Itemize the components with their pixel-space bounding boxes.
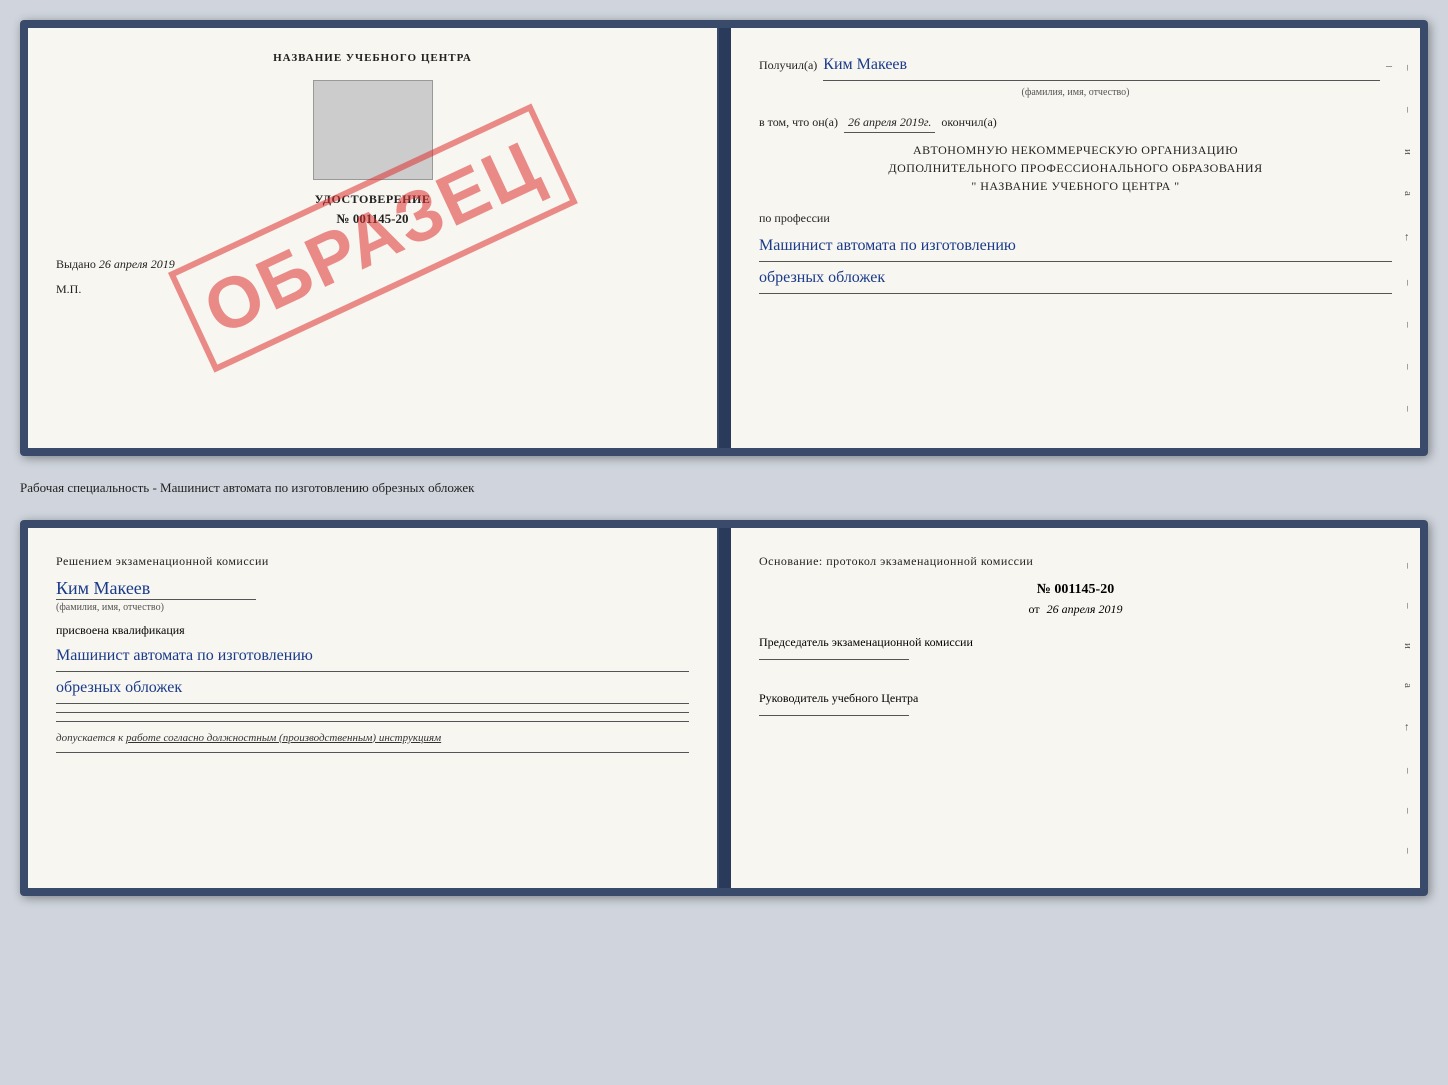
protocol-date: от 26 апреля 2019 <box>759 602 1392 617</box>
prisvoena-label: присвоена квалификация <box>56 623 689 638</box>
org-name-block: АВТОНОМНУЮ НЕКОММЕРЧЕСКУЮ ОРГАНИЗАЦИЮ ДО… <box>759 141 1392 195</box>
bottom-edge-mark-5: – <box>1402 808 1414 814</box>
top-document: НАЗВАНИЕ УЧЕБНОГО ЦЕНТРА УДОСТОВЕРЕНИЕ №… <box>20 20 1428 456</box>
org-line2: ДОПОЛНИТЕЛЬНОГО ПРОФЕССИОНАЛЬНОГО ОБРАЗО… <box>759 159 1392 177</box>
bottom-edge-mark-2: – <box>1402 603 1414 609</box>
predsedatel-block: Председатель экзаменационной комиссии <box>759 633 1392 669</box>
edge-mark-4: – <box>1402 280 1414 286</box>
edge-mark-5: – <box>1402 322 1414 328</box>
top-doc-right-page: Получил(а) Ким Макеев – (фамилия, имя, о… <box>731 28 1420 448</box>
spine-bottom <box>719 528 731 888</box>
edge-mark-а: а <box>1402 191 1414 196</box>
po-professii-label: по профессии <box>759 209 1392 228</box>
cert-org-name: НАЗВАНИЕ УЧЕБНОГО ЦЕНТРА <box>56 52 689 64</box>
rukovoditel-label: Руководитель учебного Центра <box>759 689 1392 707</box>
edge-mark-1: – <box>1402 65 1414 71</box>
okoncil-label: окончил(а) <box>941 113 996 132</box>
reshen-title: Решением экзаменационной комиссии <box>56 552 689 570</box>
vtom-label: в том, что он(а) <box>759 113 838 132</box>
profession-line1: Машинист автомата по изготовлению <box>759 232 1392 262</box>
cert-udost-label: УДОСТОВЕРЕНИЕ <box>56 192 689 207</box>
poluchil-row: Получил(а) Ким Макеев – <box>759 52 1392 81</box>
bottom-edge-mark-1: – <box>1402 563 1414 569</box>
osnovanie-label: Основание: протокол экзаменационной коми… <box>759 552 1392 570</box>
top-doc-left-page: НАЗВАНИЕ УЧЕБНОГО ЦЕНТРА УДОСТОВЕРЕНИЕ №… <box>28 28 719 448</box>
protocol-number: № 001145-20 <box>759 582 1392 598</box>
edge-mark-7: – <box>1402 406 1414 412</box>
vydano-label: Выдано <box>56 257 96 271</box>
right-content: Получил(а) Ким Макеев – (фамилия, имя, о… <box>759 52 1392 294</box>
bottom-edge-mark-а: а <box>1402 683 1414 688</box>
org-line1: АВТОНОМНУЮ НЕКОММЕРЧЕСКУЮ ОРГАНИЗАЦИЮ <box>759 141 1392 159</box>
bottom-line-2 <box>56 721 689 722</box>
edge-mark-6: – <box>1402 364 1414 370</box>
org-line3: " НАЗВАНИЕ УЧЕБНОГО ЦЕНТРА " <box>759 177 1392 195</box>
edge-mark-2: – <box>1402 107 1414 113</box>
bottom-doc-right-page: Основание: протокол экзаменационной коми… <box>731 528 1420 888</box>
kvalif-line1: Машинист автомата по изготовлению <box>56 642 689 672</box>
bottom-edge-mark-4: – <box>1402 768 1414 774</box>
profession-line2: обрезных обложек <box>759 264 1392 294</box>
right-edge-marks: – – и а ← – – – – <box>1402 28 1414 448</box>
recipient-name: Ким Макеев <box>823 52 1380 81</box>
ot-label: от <box>1029 602 1040 616</box>
fio-label-top: (фамилия, имя, отчество) <box>759 85 1392 101</box>
examinee-name: Ким Макеев <box>56 578 256 600</box>
vtom-row: в том, что он(а) 26 апреля 2019г. окончи… <box>759 113 1392 133</box>
kvalif-line2: обрезных обложек <box>56 674 689 704</box>
poluchil-label: Получил(а) <box>759 56 817 75</box>
bottom-line-3 <box>56 752 689 753</box>
edge-mark-3: ← <box>1402 232 1414 243</box>
edge-mark-и: и <box>1402 149 1414 155</box>
vtom-date: 26 апреля 2019г. <box>844 113 935 133</box>
cert-vydano: Выдано 26 апреля 2019 <box>56 257 689 272</box>
bottom-edge-mark-и: и <box>1402 643 1414 649</box>
bottom-edge-mark-6: – <box>1402 848 1414 854</box>
dash: – <box>1386 56 1392 75</box>
mp-label: М.П. <box>56 282 689 297</box>
bottom-line-1 <box>56 712 689 713</box>
spine-top <box>719 28 731 448</box>
bottom-edge-mark-3: ← <box>1402 722 1414 733</box>
protocol-date-value: 26 апреля 2019 <box>1047 602 1123 616</box>
rukovoditel-block: Руководитель учебного Центра <box>759 689 1392 725</box>
dopuskaetsya-text: допускается к работе согласно должностны… <box>56 732 689 744</box>
predsedatel-sign-line <box>759 659 909 660</box>
rukovoditel-sign-line <box>759 715 909 716</box>
fio-label-bottom: (фамилия, имя, отчество) <box>56 602 689 613</box>
predsedatel-label: Председатель экзаменационной комиссии <box>759 633 1392 651</box>
dopusk-underline-text: работе согласно должностным (производств… <box>126 732 441 744</box>
bottom-doc-left-page: Решением экзаменационной комиссии Ким Ма… <box>28 528 719 888</box>
bottom-document: Решением экзаменационной комиссии Ким Ма… <box>20 520 1428 896</box>
specialty-label: Рабочая специальность - Машинист автомат… <box>20 474 1428 502</box>
vydano-date: 26 апреля 2019 <box>99 257 175 271</box>
dopusk-prefix: допускается к <box>56 732 123 744</box>
cert-photo <box>313 80 433 180</box>
bottom-right-edge-marks: – – и а ← – – – <box>1402 528 1414 888</box>
cert-number: № 001145-20 <box>56 211 689 227</box>
